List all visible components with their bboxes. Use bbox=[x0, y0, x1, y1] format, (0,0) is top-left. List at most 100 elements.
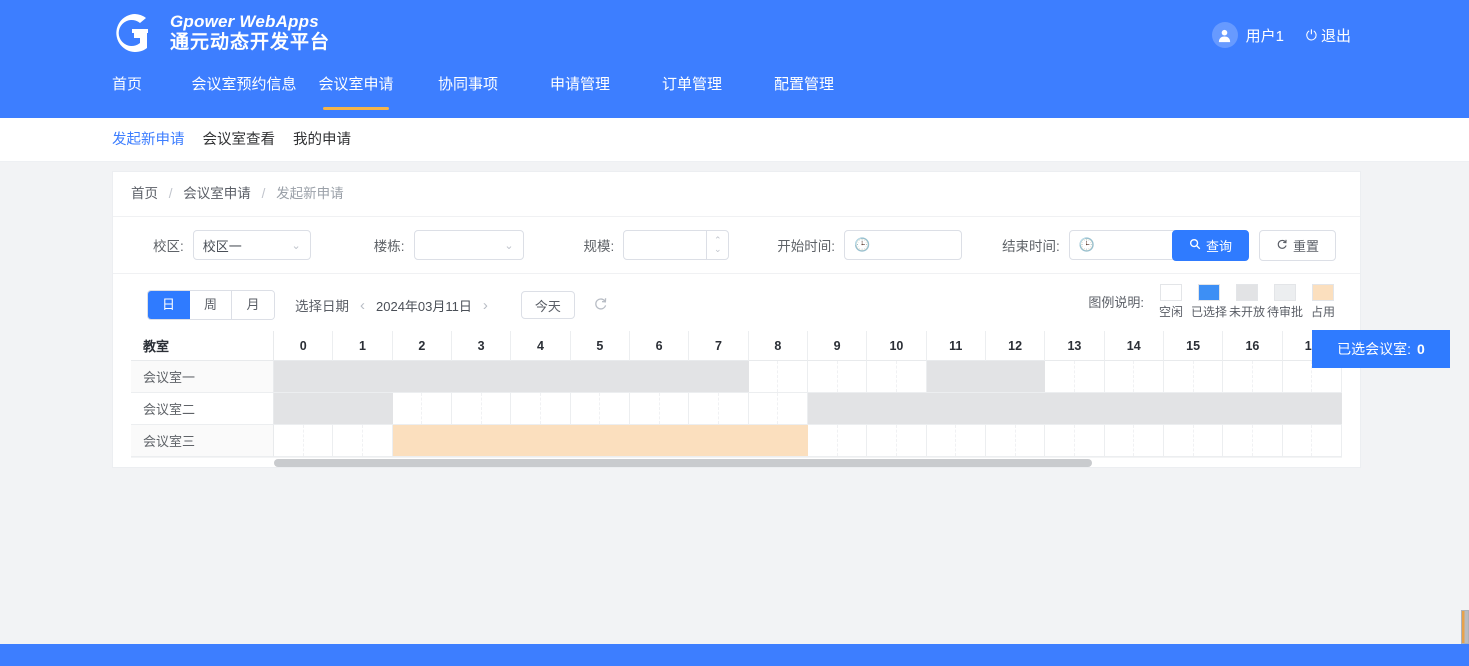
slot-cell-15[interactable] bbox=[1163, 393, 1224, 425]
slot-cell-0[interactable] bbox=[274, 393, 334, 425]
slot-half[interactable] bbox=[807, 361, 838, 392]
slot-half[interactable] bbox=[1193, 425, 1224, 456]
slot-cell-0[interactable] bbox=[274, 425, 334, 457]
slot-half[interactable] bbox=[956, 361, 986, 392]
slot-half[interactable] bbox=[1223, 393, 1253, 424]
slot-half[interactable] bbox=[451, 393, 482, 424]
slot-cell-14[interactable] bbox=[1104, 393, 1164, 425]
slot-half[interactable] bbox=[422, 361, 452, 392]
slot-cell-7[interactable] bbox=[689, 361, 749, 393]
slot-half[interactable] bbox=[867, 393, 897, 424]
slot-cell-15[interactable] bbox=[1163, 425, 1224, 457]
building-select[interactable]: ⌄ bbox=[413, 230, 524, 260]
slot-half[interactable] bbox=[1074, 361, 1105, 392]
slot-half[interactable] bbox=[1163, 393, 1194, 424]
slot-cell-1[interactable] bbox=[333, 361, 393, 393]
current-date-label[interactable]: 2024年03月11日 bbox=[376, 296, 472, 315]
slot-cell-9[interactable] bbox=[807, 425, 868, 457]
nav-item-4[interactable]: 申请管理 bbox=[524, 68, 636, 115]
slot-half[interactable] bbox=[807, 425, 838, 456]
slot-half[interactable] bbox=[422, 393, 452, 424]
slot-half[interactable] bbox=[600, 361, 630, 392]
slot-cell-0[interactable] bbox=[274, 361, 334, 393]
slot-half[interactable] bbox=[896, 361, 927, 392]
slot-half[interactable] bbox=[1045, 393, 1075, 424]
slot-half[interactable] bbox=[867, 361, 897, 392]
nav-item-2[interactable]: 会议室申请 bbox=[300, 68, 412, 115]
slot-cell-2[interactable] bbox=[392, 361, 452, 393]
selected-rooms-badge[interactable]: 已选会议室: 0 bbox=[1312, 330, 1450, 368]
breadcrumb-item-0[interactable]: 首页 bbox=[131, 186, 158, 201]
number-stepper-icon[interactable]: ⌃ ⌄ bbox=[706, 231, 728, 259]
slot-cell-12[interactable] bbox=[985, 361, 1046, 393]
horizontal-scrollbar[interactable] bbox=[131, 457, 1342, 467]
slot-half[interactable] bbox=[926, 361, 957, 392]
scrollbar-thumb[interactable] bbox=[274, 459, 1092, 467]
slot-cell-10[interactable] bbox=[867, 361, 927, 393]
refresh-icon[interactable] bbox=[593, 296, 608, 315]
slot-half[interactable] bbox=[540, 425, 571, 456]
slot-half[interactable] bbox=[1163, 361, 1194, 392]
slot-half[interactable] bbox=[659, 393, 690, 424]
slot-cell-6[interactable] bbox=[629, 425, 690, 457]
slot-cell-11[interactable] bbox=[926, 361, 986, 393]
slot-half[interactable] bbox=[926, 393, 957, 424]
slot-half[interactable] bbox=[511, 393, 541, 424]
slot-half[interactable] bbox=[659, 425, 690, 456]
slot-cell-14[interactable] bbox=[1104, 425, 1164, 457]
slot-half[interactable] bbox=[896, 393, 927, 424]
slot-half[interactable] bbox=[363, 393, 393, 424]
slot-half[interactable] bbox=[1074, 393, 1105, 424]
slot-cell-7[interactable] bbox=[689, 425, 749, 457]
slot-half[interactable] bbox=[1015, 425, 1046, 456]
slot-half[interactable] bbox=[392, 393, 423, 424]
search-button[interactable]: 查询 bbox=[1171, 229, 1249, 261]
slot-half[interactable] bbox=[570, 361, 601, 392]
slot-half[interactable] bbox=[985, 425, 1016, 456]
slot-half[interactable] bbox=[926, 425, 957, 456]
slot-cell-9[interactable] bbox=[807, 393, 868, 425]
slot-half[interactable] bbox=[1134, 393, 1164, 424]
slot-cell-16[interactable] bbox=[1223, 425, 1283, 457]
logout-button[interactable]: ⏻ 退出 bbox=[1306, 25, 1351, 46]
slot-cell-13[interactable] bbox=[1045, 393, 1105, 425]
slot-half[interactable] bbox=[1193, 361, 1224, 392]
end-time-input[interactable]: 🕒 bbox=[1068, 230, 1187, 260]
slot-cell-10[interactable] bbox=[867, 393, 927, 425]
start-time-input[interactable]: 🕒 bbox=[844, 230, 963, 260]
slot-cell-5[interactable] bbox=[570, 425, 630, 457]
nav-item-5[interactable]: 订单管理 bbox=[636, 68, 748, 115]
slot-cell-13[interactable] bbox=[1045, 425, 1105, 457]
slot-half[interactable] bbox=[748, 361, 779, 392]
breadcrumb-item-1[interactable]: 会议室申请 bbox=[183, 186, 251, 201]
resize-handle[interactable] bbox=[1461, 610, 1469, 644]
sub-nav-item-2[interactable]: 我的申请 bbox=[293, 118, 351, 162]
room-name-cell[interactable]: 会议室一 bbox=[131, 361, 274, 393]
slot-cell-3[interactable] bbox=[451, 393, 512, 425]
slot-half[interactable] bbox=[511, 361, 541, 392]
slot-half[interactable] bbox=[778, 425, 808, 456]
slot-cell-13[interactable] bbox=[1045, 361, 1105, 393]
slot-cell-3[interactable] bbox=[451, 361, 512, 393]
view-button-0[interactable]: 日 bbox=[148, 291, 190, 319]
slot-half[interactable] bbox=[570, 393, 601, 424]
slot-half[interactable] bbox=[1074, 425, 1105, 456]
slot-half[interactable] bbox=[718, 425, 749, 456]
chevron-left-icon[interactable]: ‹ bbox=[360, 297, 365, 314]
slot-cell-6[interactable] bbox=[629, 361, 690, 393]
slot-cell-14[interactable] bbox=[1104, 361, 1164, 393]
slot-half[interactable] bbox=[1045, 425, 1075, 456]
slot-half[interactable] bbox=[1252, 393, 1283, 424]
slot-cell-12[interactable] bbox=[985, 393, 1046, 425]
slot-half[interactable] bbox=[629, 361, 660, 392]
slot-cell-16[interactable] bbox=[1223, 361, 1283, 393]
slot-half[interactable] bbox=[1282, 425, 1313, 456]
room-name-cell[interactable]: 会议室二 bbox=[131, 393, 274, 425]
slot-cell-4[interactable] bbox=[511, 393, 571, 425]
slot-half[interactable] bbox=[333, 393, 363, 424]
slot-half[interactable] bbox=[274, 393, 304, 424]
slot-half[interactable] bbox=[1134, 425, 1164, 456]
slot-half[interactable] bbox=[985, 393, 1016, 424]
slot-half[interactable] bbox=[1163, 425, 1194, 456]
slot-half[interactable] bbox=[778, 393, 808, 424]
